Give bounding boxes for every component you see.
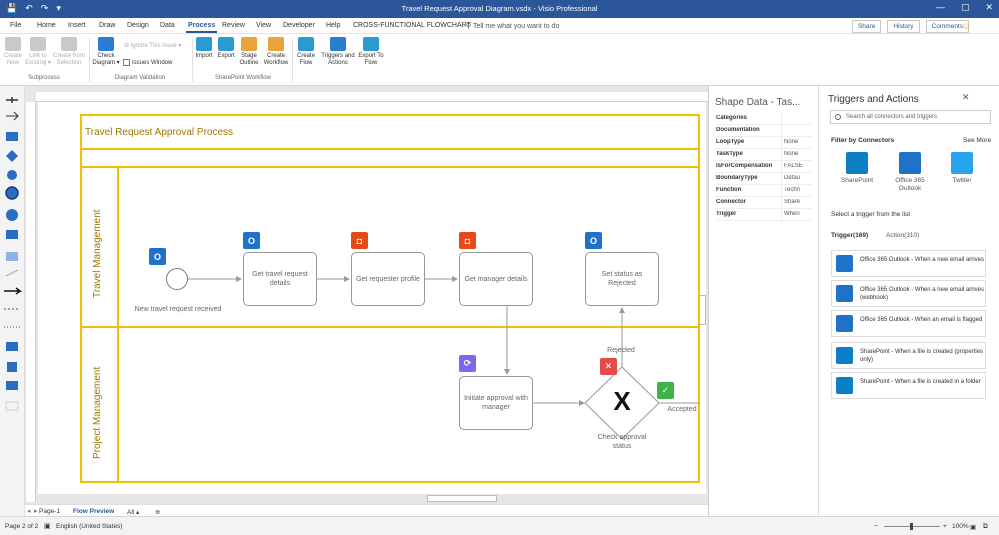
switch-windows-icon[interactable]: ⧉ <box>983 523 988 531</box>
shape-data-row[interactable]: Documentation <box>715 125 813 137</box>
trigger-item[interactable]: SharePoint - When a file is created in a… <box>831 372 986 399</box>
fit-page-icon[interactable]: ▣ <box>970 523 976 531</box>
task-initiate-approval[interactable]: Initiate approval with manager <box>459 376 533 430</box>
select-trigger-heading: Select a trigger from the list <box>831 211 911 218</box>
flow-approval-icon: ⟳ <box>459 355 476 372</box>
start-event-label: New travel request received <box>134 306 222 313</box>
rejected-label: Rejected <box>607 347 635 354</box>
gateway-x-mark: X <box>613 386 631 416</box>
tab-trigger[interactable]: Trigger(169) <box>831 232 868 239</box>
shape-data-row[interactable]: IsForCompensation FALSE <box>715 161 813 173</box>
gateway-label: Check approval status <box>597 434 647 450</box>
outlook-icon <box>899 152 921 174</box>
trigger-item[interactable]: Office 365 Outlook - When a new email ar… <box>831 280 986 307</box>
next-page-icon[interactable]: ▸ <box>34 507 38 515</box>
connector-office365-outlook[interactable]: Office 365 Outlook <box>885 152 935 193</box>
trigger-item[interactable]: SharePoint - When a file is created (pro… <box>831 342 986 369</box>
outlook-icon <box>836 315 853 332</box>
status-bar: Page 2 of 2 ▣ English (United States) − … <box>0 516 999 535</box>
prev-page-icon[interactable]: ◂ <box>27 507 31 515</box>
tab-page-1[interactable]: Page-1 <box>39 508 60 515</box>
accepted-label: Accepted <box>667 406 697 413</box>
task-get-manager-details[interactable]: Get manager details <box>459 252 533 306</box>
triggers-actions-pane: Triggers and Actions ✕ Search all connec… <box>818 86 999 516</box>
shape-data-row[interactable]: Function Techn <box>715 185 813 197</box>
add-page-button[interactable]: ⊕ <box>155 508 160 516</box>
task-set-status-rejected[interactable]: Set status as Rejected <box>585 252 659 306</box>
page-indicator[interactable]: Page 2 of 2 <box>5 523 38 530</box>
connector-sharepoint[interactable]: SharePoint <box>832 152 882 185</box>
reject-icon: ✕ <box>600 358 617 375</box>
sharepoint-icon <box>836 377 853 394</box>
trigger-item[interactable]: Office 365 Outlook - When an email is fl… <box>831 310 986 337</box>
shape-data-row[interactable]: BoundaryType Defau <box>715 173 813 185</box>
connector-search-input[interactable]: Search all connectors and triggers <box>830 110 991 124</box>
zoom-slider-thumb[interactable] <box>910 523 913 530</box>
search-icon <box>835 114 841 120</box>
task-get-requester-profile[interactable]: Get requester profile <box>351 252 425 306</box>
zoom-level[interactable]: 100% <box>952 523 969 530</box>
see-more-link[interactable]: See More <box>963 137 991 144</box>
shape-data-row[interactable]: Categories <box>715 113 813 125</box>
outlook-icon <box>836 255 853 272</box>
outlook-icon: O <box>243 232 260 249</box>
task-get-travel-request-details[interactable]: Get travel request details <box>243 252 317 306</box>
outlook-icon: O <box>585 232 602 249</box>
zoom-out-icon[interactable]: − <box>874 523 878 530</box>
accept-check-icon: ✓ <box>657 382 674 399</box>
shape-data-row[interactable]: Trigger When <box>715 209 813 221</box>
twitter-icon <box>951 152 973 174</box>
connector-twitter[interactable]: Twitter <box>937 152 987 185</box>
start-event[interactable] <box>166 268 188 290</box>
outlook-icon: O <box>149 248 166 265</box>
close-pane-button[interactable]: ✕ <box>962 92 970 103</box>
page-tabs: ◂ ▸ Page-1 Flow Preview All ▴ ⊕ <box>25 504 708 516</box>
shape-data-title: Shape Data - Tas... <box>715 97 801 108</box>
shape-data-row[interactable]: Connector Share <box>715 197 813 209</box>
shape-data-row[interactable]: TaskType None <box>715 149 813 161</box>
triggers-actions-title: Triggers and Actions <box>828 94 919 105</box>
office-icon: ◘ <box>351 232 368 249</box>
office-icon: ◘ <box>459 232 476 249</box>
tab-action[interactable]: Action(310) <box>886 232 919 239</box>
language-indicator[interactable]: English (United States) <box>56 523 122 530</box>
trigger-item[interactable]: Office 365 Outlook - When a new email ar… <box>831 250 986 277</box>
sharepoint-icon <box>846 152 868 174</box>
filter-heading: Filter by Connectors <box>831 137 895 144</box>
tab-flow-preview[interactable]: Flow Preview <box>73 508 114 515</box>
shape-data-pane: Shape Data - Tas... Categories Documenta… <box>708 86 817 516</box>
shape-data-row[interactable]: LoopType None <box>715 137 813 149</box>
sharepoint-icon <box>836 347 853 364</box>
all-pages-menu[interactable]: All ▴ <box>127 508 139 516</box>
zoom-in-icon[interactable]: + <box>943 523 947 530</box>
outlook-icon <box>836 285 853 302</box>
language-icon: ▣ <box>44 523 51 530</box>
